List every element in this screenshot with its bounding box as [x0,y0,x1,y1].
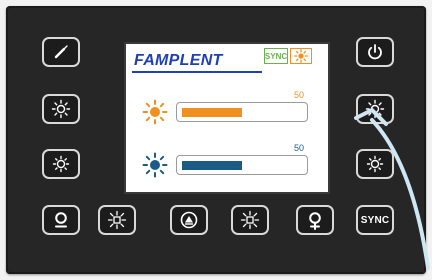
warm-sun-icon [142,99,168,125]
power-button[interactable] [356,37,394,67]
brightness-up-icon [51,99,71,119]
sync-button-label: SYNC [360,214,390,226]
brightness-up-icon [365,99,385,119]
sync-status-badge: SYNC [264,48,288,64]
zoom-in-button[interactable] [296,205,334,235]
brand-logo: FAMPLENT [134,52,223,69]
brand-underline [132,71,262,73]
sync-button[interactable]: SYNC [356,205,394,235]
zoom-out-icon [55,212,67,228]
cool-value-label: 50 [294,143,305,153]
warm-level-fill [182,108,242,117]
center-icon [180,211,198,229]
brightness-down-left-button[interactable] [42,149,80,179]
brightness-up-left-button[interactable] [42,94,80,124]
edit-button[interactable] [42,37,80,67]
control-panel: SYNC FAMPLENT SYNC 50 50 [6,6,426,274]
edit-icon [54,45,68,59]
sun-status-badge [290,48,312,64]
warm-level-bar [176,102,308,122]
cool-sun-icon [142,152,168,178]
power-icon [368,44,382,60]
brightness-down-icon [52,155,70,173]
brightness-down-right-button[interactable] [356,149,394,179]
cool-light-left-button[interactable] [98,205,136,235]
cool-light-icon [240,210,260,230]
brightness-down-icon [366,155,384,173]
zoom-in-icon [309,212,321,230]
lcd-screen: FAMPLENT SYNC 50 50 [124,42,330,194]
cool-level-fill [182,161,242,170]
cool-light-icon [107,210,127,230]
center-button[interactable] [170,205,208,235]
cool-light-right-button[interactable] [231,205,269,235]
warm-sun-icon [294,49,308,63]
warm-value-label: 50 [294,90,305,100]
zoom-out-button[interactable] [42,205,80,235]
cool-level-bar [176,155,308,175]
brightness-up-right-button[interactable] [356,94,394,124]
